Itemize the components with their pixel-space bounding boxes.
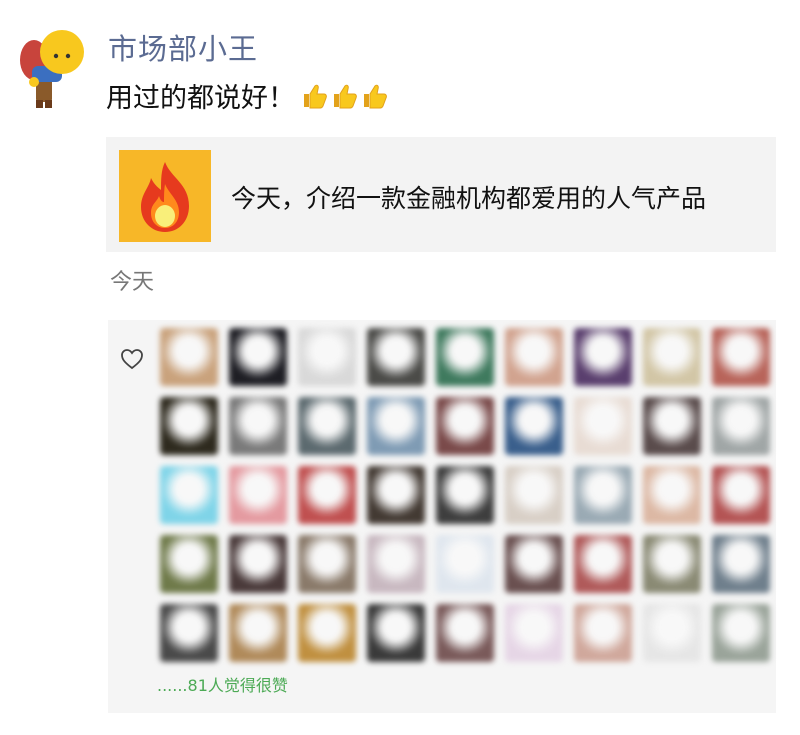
thumbs-up-icon <box>334 84 357 108</box>
liker-avatar[interactable] <box>160 535 218 593</box>
liker-avatar[interactable] <box>160 604 218 662</box>
liker-avatar[interactable] <box>160 328 218 386</box>
post-timestamp: 今天 <box>110 270 155 295</box>
liker-avatar[interactable] <box>436 466 494 524</box>
liker-avatar[interactable] <box>574 397 632 455</box>
liker-avatar[interactable] <box>436 328 494 386</box>
liker-avatar[interactable] <box>505 604 563 662</box>
liker-avatar[interactable] <box>574 604 632 662</box>
thumbs-up-emoji-group <box>301 82 391 110</box>
liker-avatar[interactable] <box>298 535 356 593</box>
liker-avatar[interactable] <box>643 328 701 386</box>
liker-avatar[interactable] <box>505 466 563 524</box>
liker-avatar[interactable] <box>712 397 770 455</box>
post-text-content: 用过的都说好！ <box>106 83 295 114</box>
liker-avatar[interactable] <box>505 397 563 455</box>
liker-avatar[interactable] <box>229 466 287 524</box>
liker-avatar[interactable] <box>298 604 356 662</box>
thumbs-up-icon <box>364 84 387 108</box>
liker-avatar[interactable] <box>574 328 632 386</box>
liker-avatar[interactable] <box>367 604 425 662</box>
liker-avatar[interactable] <box>367 397 425 455</box>
liker-avatar[interactable] <box>574 535 632 593</box>
liker-avatar[interactable] <box>643 604 701 662</box>
likes-panel: ......81人觉得很赞 <box>108 320 776 713</box>
thumbs-up-icon <box>304 84 327 108</box>
liker-avatar[interactable] <box>436 535 494 593</box>
liker-avatar[interactable] <box>712 328 770 386</box>
liker-avatar[interactable] <box>229 397 287 455</box>
liker-avatar[interactable] <box>229 328 287 386</box>
shared-article-title: 今天，介绍一款金融机构都爱用的人气产品 <box>231 184 707 213</box>
liker-avatar[interactable] <box>367 535 425 593</box>
liker-avatar[interactable] <box>229 535 287 593</box>
liker-avatar[interactable] <box>643 535 701 593</box>
liker-avatar[interactable] <box>436 397 494 455</box>
liker-avatar[interactable] <box>712 535 770 593</box>
liker-avatar[interactable] <box>505 328 563 386</box>
liker-avatar[interactable] <box>643 466 701 524</box>
liker-avatar[interactable] <box>643 397 701 455</box>
liker-avatar[interactable] <box>367 328 425 386</box>
liker-avatar[interactable] <box>505 535 563 593</box>
liker-avatar[interactable] <box>436 604 494 662</box>
fire-icon <box>119 150 211 242</box>
shared-article-card[interactable]: 今天，介绍一款金融机构都爱用的人气产品 <box>106 137 776 252</box>
liker-avatar-grid <box>160 328 770 662</box>
liker-avatar[interactable] <box>712 466 770 524</box>
post-text: 用过的都说好！ <box>106 76 391 115</box>
heart-icon <box>121 349 143 370</box>
liker-avatar[interactable] <box>229 604 287 662</box>
author-avatar[interactable] <box>10 22 94 110</box>
liker-avatar[interactable] <box>712 604 770 662</box>
liker-avatar[interactable] <box>298 328 356 386</box>
likes-summary[interactable]: ......81人觉得很赞 <box>157 672 288 696</box>
liker-avatar[interactable] <box>367 466 425 524</box>
author-name[interactable]: 市场部小王 <box>108 26 258 68</box>
liker-avatar[interactable] <box>298 397 356 455</box>
liker-avatar[interactable] <box>298 466 356 524</box>
liker-avatar[interactable] <box>574 466 632 524</box>
liker-avatar[interactable] <box>160 397 218 455</box>
liker-avatar[interactable] <box>160 466 218 524</box>
